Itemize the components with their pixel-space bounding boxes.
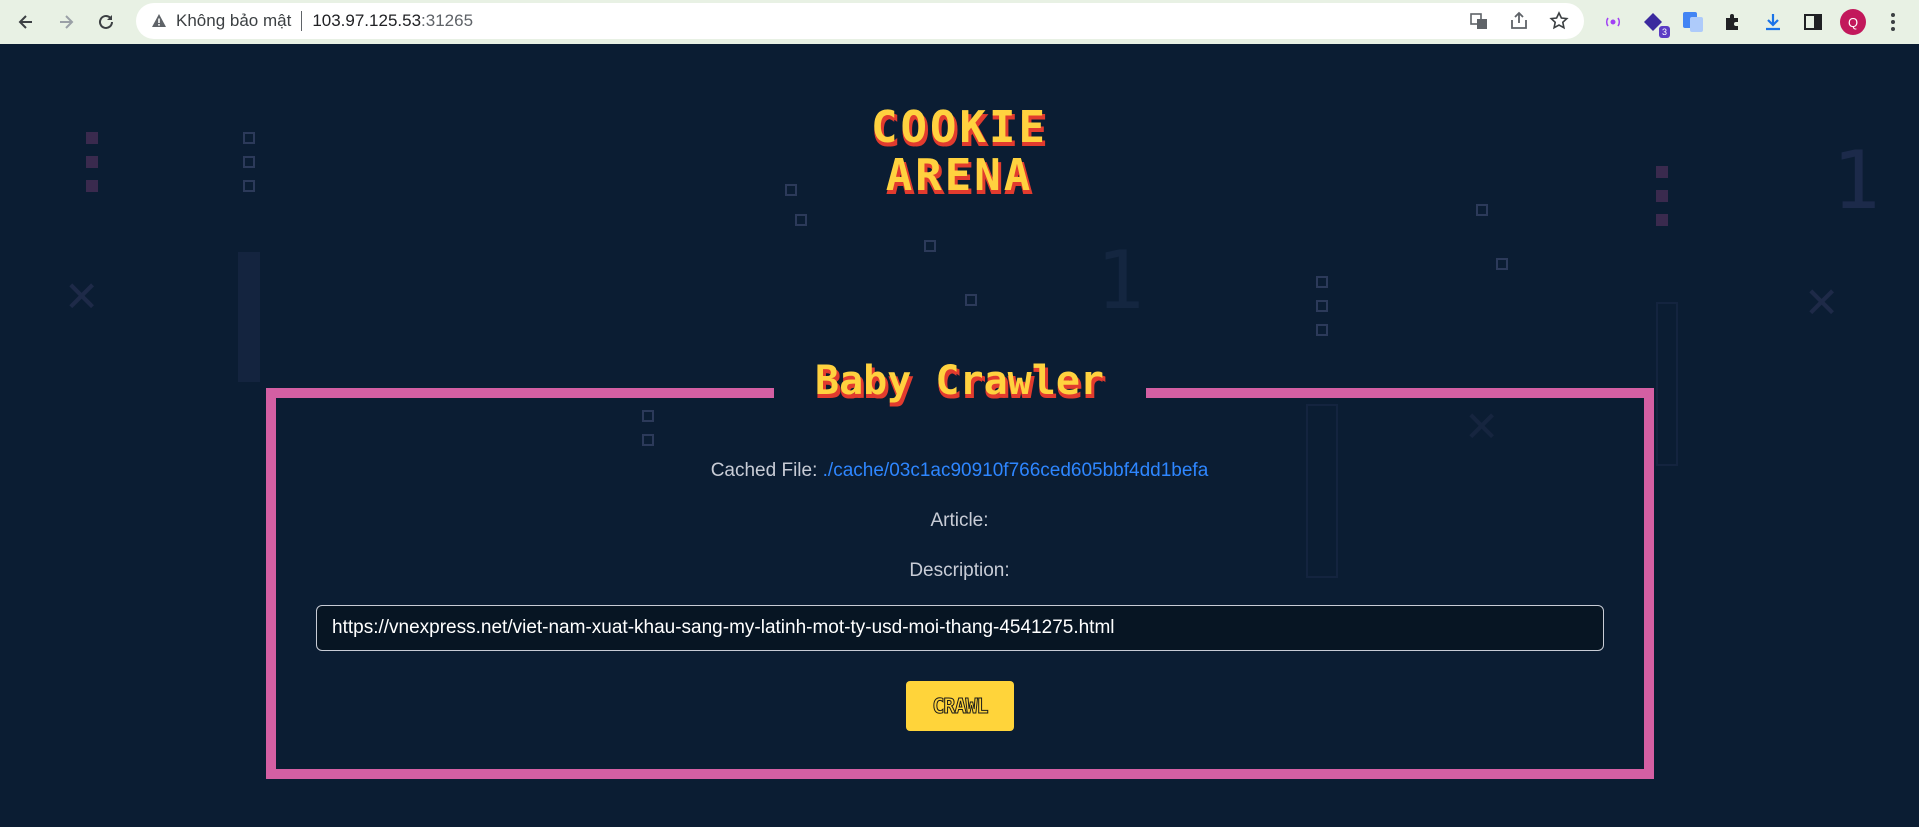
profile-avatar[interactable]: Q (1840, 9, 1866, 35)
description-label: Description: (909, 560, 1010, 581)
logo-line-1: COOKIE (871, 102, 1048, 153)
reload-button[interactable] (92, 8, 120, 36)
url-port[interactable]: :31265 (421, 11, 473, 31)
article-label: Article: (930, 510, 989, 531)
menu-dots-icon[interactable] (1880, 9, 1906, 35)
crawl-button[interactable]: CRAWL (906, 681, 1014, 731)
side-panel-icon[interactable] (1800, 9, 1826, 35)
back-button[interactable] (12, 8, 40, 36)
google-translate-icon[interactable] (1680, 9, 1706, 35)
forward-arrow-icon (60, 15, 74, 29)
star-icon[interactable] (1546, 8, 1572, 34)
forward-button[interactable] (52, 8, 80, 36)
logo-line-2: ARENA (885, 150, 1034, 201)
download-icon[interactable] (1760, 9, 1786, 35)
extension-icon[interactable]: 3 (1640, 9, 1670, 38)
cached-file-link[interactable]: ./cache/03c1ac90910f766ced605bbf4dd1befa (823, 460, 1209, 481)
page-content: 1 1 ✕ ✕ ✕ COOKIE ARENA Baby Crawler Cach… (0, 44, 1919, 827)
page-title: Baby Crawler (815, 358, 1104, 404)
address-bar[interactable]: Không bảo mật 103.97.125.53:31265 (136, 3, 1584, 39)
cached-file-label: Cached File: (710, 460, 818, 481)
puzzle-icon[interactable] (1720, 9, 1746, 35)
share-icon[interactable] (1506, 8, 1532, 34)
browser-toolbar: Không bảo mật 103.97.125.53:31265 3 Q (0, 0, 1919, 44)
translate-icon[interactable] (1466, 8, 1492, 34)
cast-icon[interactable] (1600, 9, 1626, 35)
reload-icon (99, 14, 113, 29)
url-host[interactable]: 103.97.125.53 (312, 11, 421, 31)
security-label[interactable]: Không bảo mật (176, 11, 291, 31)
cached-file-row: Cached File: ./cache/03c1ac90910f766ced6… (0, 460, 1919, 482)
divider (301, 11, 303, 31)
url-input[interactable] (316, 605, 1604, 651)
extension-badge: 3 (1658, 26, 1670, 38)
warning-icon[interactable] (150, 12, 168, 30)
back-arrow-icon (18, 15, 32, 29)
